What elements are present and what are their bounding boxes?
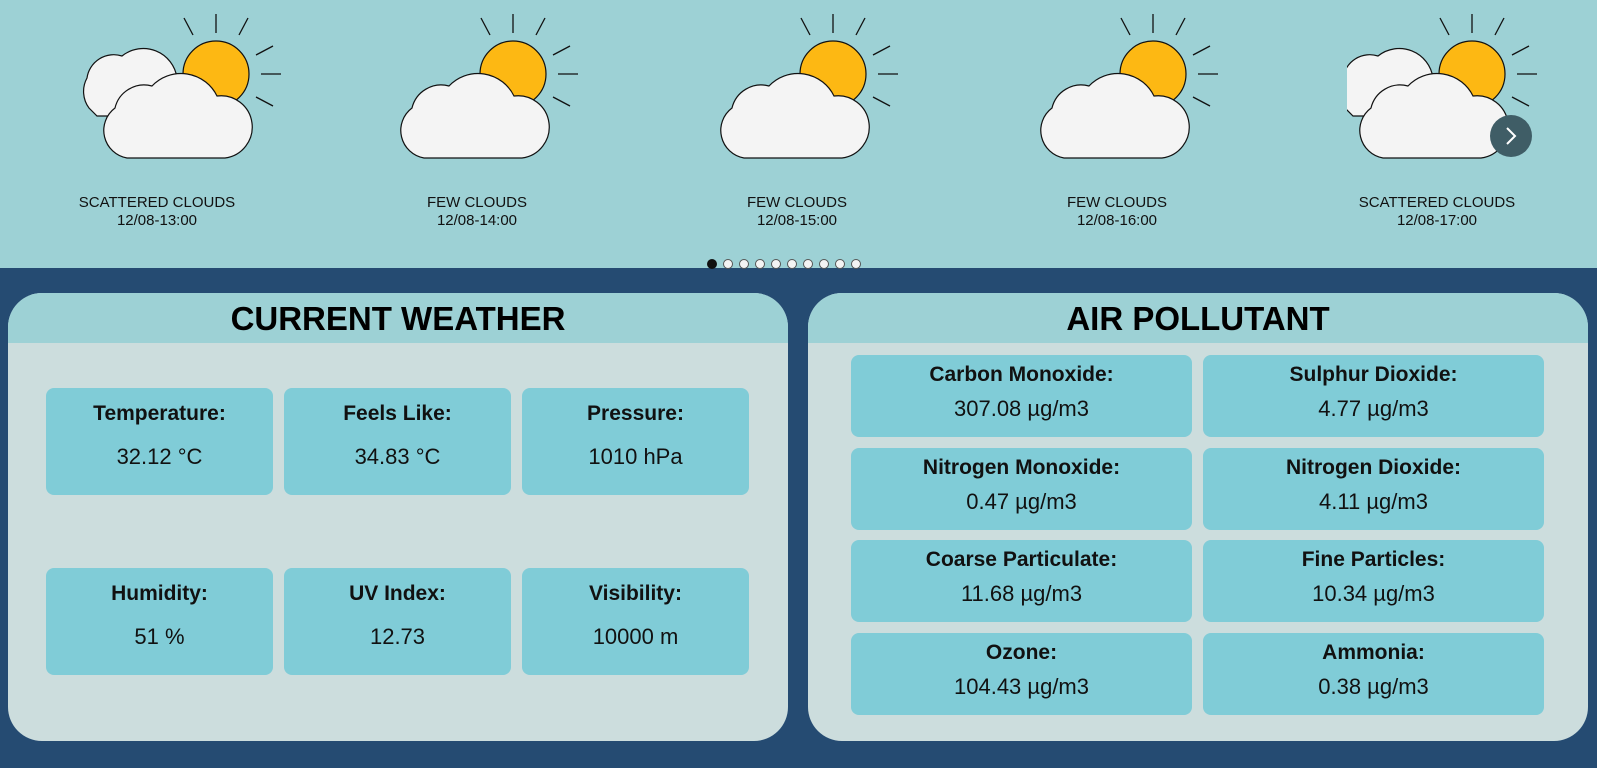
weather-card-label: Feels Like: [343,402,452,425]
weather-card-value: 12.73 [369,624,426,649]
pollutant-card-sulphur-dioxide: Sulphur Dioxide: 4.77 µg/m3 [1203,355,1544,437]
forecast-condition: FEW CLOUDS [746,194,847,211]
pollutant-card-carbon-monoxide: Carbon Monoxide: 307.08 µg/m3 [851,355,1192,437]
pollutant-card-ammonia: Ammonia: 0.38 µg/m3 [1203,633,1544,715]
forecast-slide: FEW CLOUDS 12/08-16:00 [987,0,1247,240]
forecast-time: 12/08-14:00 [436,212,518,229]
weather-card-label: Temperature: [93,402,226,425]
pollutant-card-value: 10.34 µg/m3 [1312,581,1435,606]
weather-card-humidity: Humidity: 51 % [46,568,273,675]
current-weather-title: CURRENT WEATHER [8,293,788,343]
pollutant-card-value: 0.47 µg/m3 [966,489,1077,514]
scattered-clouds-icon [1347,14,1537,159]
carousel-dot[interactable] [739,259,749,269]
forecast-condition: FEW CLOUDS [426,194,527,211]
weather-card-value: 51 % [134,624,185,649]
pollutant-card-value: 4.77 µg/m3 [1318,396,1429,421]
forecast-time: 12/08-16:00 [1076,212,1158,229]
current-weather-panel: CURRENT WEATHER Temperature: 32.12 °C Fe… [8,293,788,741]
few-clouds-icon [720,14,898,159]
pollutant-card-nitrogen-dioxide: Nitrogen Dioxide: 4.11 µg/m3 [1203,448,1544,530]
few-clouds-icon [1040,14,1218,159]
weather-card-value: 32.12 °C [116,444,203,469]
carousel-dot[interactable] [835,259,845,269]
carousel-dot[interactable] [707,259,717,269]
air-pollutant-title: AIR POLLUTANT [808,293,1588,343]
weather-card-temperature: Temperature: 32.12 °C [46,388,273,495]
forecast-time: 12/08-13:00 [116,212,198,229]
pollutant-card-value: 4.11 µg/m3 [1319,489,1428,514]
weather-card-label: Pressure: [587,402,684,425]
pollutant-card-value: 104.43 µg/m3 [954,674,1089,699]
carousel-next-button[interactable] [1490,115,1532,157]
forecast-condition: FEW CLOUDS [1066,194,1167,211]
pollutant-card-label: Ammonia: [1322,641,1425,664]
pollutant-card-fine-particles: Fine Particles: 10.34 µg/m3 [1203,540,1544,622]
pollutant-card-label: Ozone: [985,641,1058,664]
forecast-slide: FEW CLOUDS 12/08-15:00 [667,0,927,240]
forecast-slide: FEW CLOUDS 12/08-14:00 [347,0,607,240]
pollutant-card-value: 11.68 µg/m3 [960,581,1083,606]
forecast-carousel: SCATTERED CLOUDS 12/08-13:00 FEW CLOUDS … [0,0,1597,271]
forecast-condition: SCATTERED CLOUDS [1358,194,1516,211]
chevron-right-icon [1506,127,1517,145]
carousel-dot[interactable] [819,259,829,269]
weather-card-label: Humidity: [111,582,208,605]
pollutant-card-value: 307.08 µg/m3 [954,396,1089,421]
pollutant-card-label: Carbon Monoxide: [929,363,1114,386]
weather-card-uv-index: UV Index: 12.73 [284,568,511,675]
pollutant-card-label: Nitrogen Monoxide: [922,456,1121,479]
carousel-pagination [707,259,861,271]
carousel-dot[interactable] [771,259,781,269]
scattered-clouds-icon [83,14,281,159]
weather-card-value: 10000 m [592,624,679,649]
air-pollutant-panel: AIR POLLUTANT Carbon Monoxide: 307.08 µg… [808,293,1588,741]
pollutant-card-nitrogen-monoxide: Nitrogen Monoxide: 0.47 µg/m3 [851,448,1192,530]
pollutant-card-label: Sulphur Dioxide: [1289,363,1458,386]
forecast-slide: SCATTERED CLOUDS 12/08-17:00 [1307,0,1567,240]
weather-card-value: 34.83 °C [354,444,441,469]
pollutant-card-coarse-particulate: Coarse Particulate: 11.68 µg/m3 [851,540,1192,622]
carousel-dot[interactable] [803,259,813,269]
few-clouds-icon [400,14,578,159]
forecast-slide: SCATTERED CLOUDS 12/08-13:00 [27,0,287,240]
pollutant-card-ozone: Ozone: 104.43 µg/m3 [851,633,1192,715]
weather-card-label: UV Index: [349,582,446,605]
carousel-dot[interactable] [851,259,861,269]
pollutant-card-label: Coarse Particulate: [925,548,1118,571]
carousel-dot[interactable] [723,259,733,269]
weather-card-value: 1010 hPa [588,444,683,469]
pollutant-card-value: 0.38 µg/m3 [1318,674,1429,699]
forecast-time: 12/08-15:00 [756,212,838,229]
carousel-dot[interactable] [755,259,765,269]
pollutant-card-label: Fine Particles: [1301,548,1446,571]
pollutant-card-label: Nitrogen Dioxide: [1285,456,1461,479]
weather-card-pressure: Pressure: 1010 hPa [522,388,749,495]
weather-card-feels-like: Feels Like: 34.83 °C [284,388,511,495]
forecast-time: 12/08-17:00 [1396,212,1478,229]
weather-card-label: Visibility: [589,582,682,605]
forecast-condition: SCATTERED CLOUDS [78,194,236,211]
carousel-dot[interactable] [787,259,797,269]
weather-card-visibility: Visibility: 10000 m [522,568,749,675]
